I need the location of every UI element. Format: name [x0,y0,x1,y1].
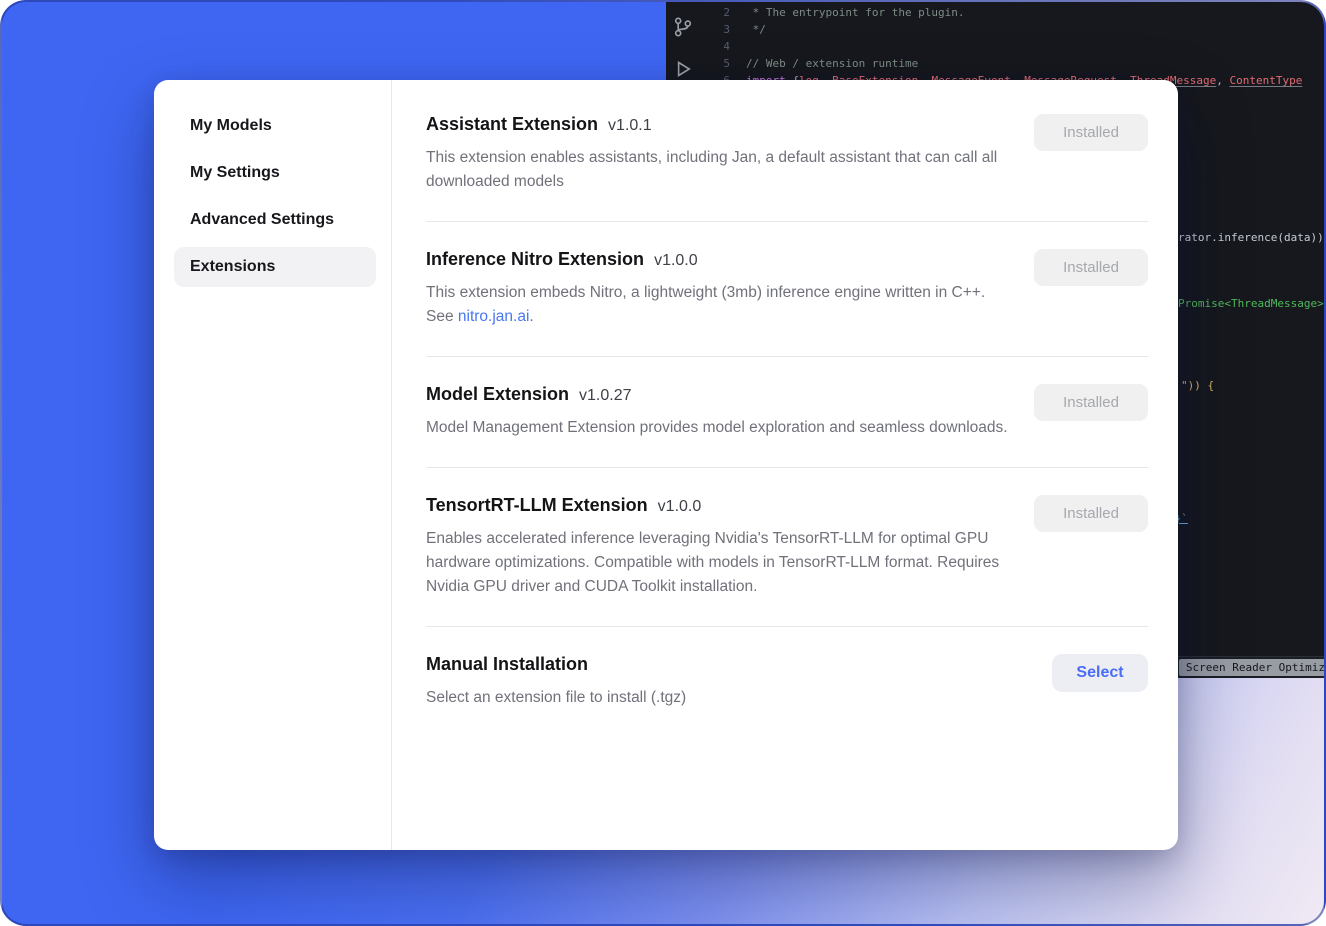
extension-name: TensortRT-LLM Extensionv1.0.0 [426,495,1012,516]
extension-version: v1.0.0 [658,498,702,515]
code-line: 3 */ [700,21,1324,38]
code-fragment: Promise<ThreadMessage> [1178,297,1324,310]
select-button[interactable]: Select [1052,654,1148,692]
line-number: 5 [700,55,746,72]
extension-description: This extension enables assistants, inclu… [426,146,1012,194]
code-line: 5// Web / extension runtime [700,55,1324,72]
extension-version: v1.0.1 [608,117,652,134]
desktop-background: 2 * The entrypoint for the plugin. 3 */ … [0,0,1326,926]
code-text: */ [746,21,766,38]
manual-installation-description: Select an extension file to install (.tg… [426,686,1016,710]
screen-reader-status-chip[interactable]: Screen Reader Optimiz [1179,659,1324,676]
line-number: 4 [700,38,746,55]
code-line: 2 * The entrypoint for the plugin. [700,4,1324,21]
extension-version: v1.0.0 [654,252,698,269]
extension-description: Model Management Extension provides mode… [426,416,1012,440]
extension-description: Enables accelerated inference leveraging… [426,527,1012,599]
settings-modal: My Models My Settings Advanced Settings … [154,80,1178,850]
extension-item: Assistant Extensionv1.0.1 This extension… [426,80,1148,221]
installed-button[interactable]: Installed [1034,384,1148,421]
installed-button[interactable]: Installed [1034,249,1148,286]
code-fragment: rator.inference(data)); [1178,231,1324,244]
extensions-panel: Assistant Extensionv1.0.1 This extension… [392,80,1178,850]
code-text: * The entrypoint for the plugin. [746,4,965,21]
line-number: 2 [700,4,746,21]
sidebar-item-extensions[interactable]: Extensions [174,247,376,287]
extension-description: This extension embeds Nitro, a lightweig… [426,281,1012,329]
installed-button[interactable]: Installed [1034,114,1148,151]
extension-name: Inference Nitro Extensionv1.0.0 [426,249,1012,270]
code-fragment: ")) { [1181,379,1214,392]
code-text: // Web / extension runtime [746,55,918,72]
code-line: 4 [700,38,1324,55]
line-number: 3 [700,21,746,38]
extension-item: Model Extensionv1.0.27 Model Management … [426,356,1148,467]
sidebar-item-advanced-settings[interactable]: Advanced Settings [174,200,376,240]
manual-installation-title: Manual Installation [426,654,1030,675]
extension-name: Assistant Extensionv1.0.1 [426,114,1012,135]
installed-button[interactable]: Installed [1034,495,1148,532]
nitro-jan-ai-link[interactable]: nitro.jan.ai [458,308,530,325]
sidebar-item-my-models[interactable]: My Models [174,106,376,146]
sidebar-item-my-settings[interactable]: My Settings [174,153,376,193]
extension-item: Inference Nitro Extensionv1.0.0 This ext… [426,221,1148,356]
extension-version: v1.0.27 [579,387,631,404]
extension-name: Model Extensionv1.0.27 [426,384,1012,405]
manual-installation-section: Manual Installation Select an extension … [426,626,1148,737]
extension-item: TensortRT-LLM Extensionv1.0.0 Enables ac… [426,467,1148,626]
settings-sidebar: My Models My Settings Advanced Settings … [154,80,392,850]
source-control-branch-icon[interactable] [672,16,694,43]
